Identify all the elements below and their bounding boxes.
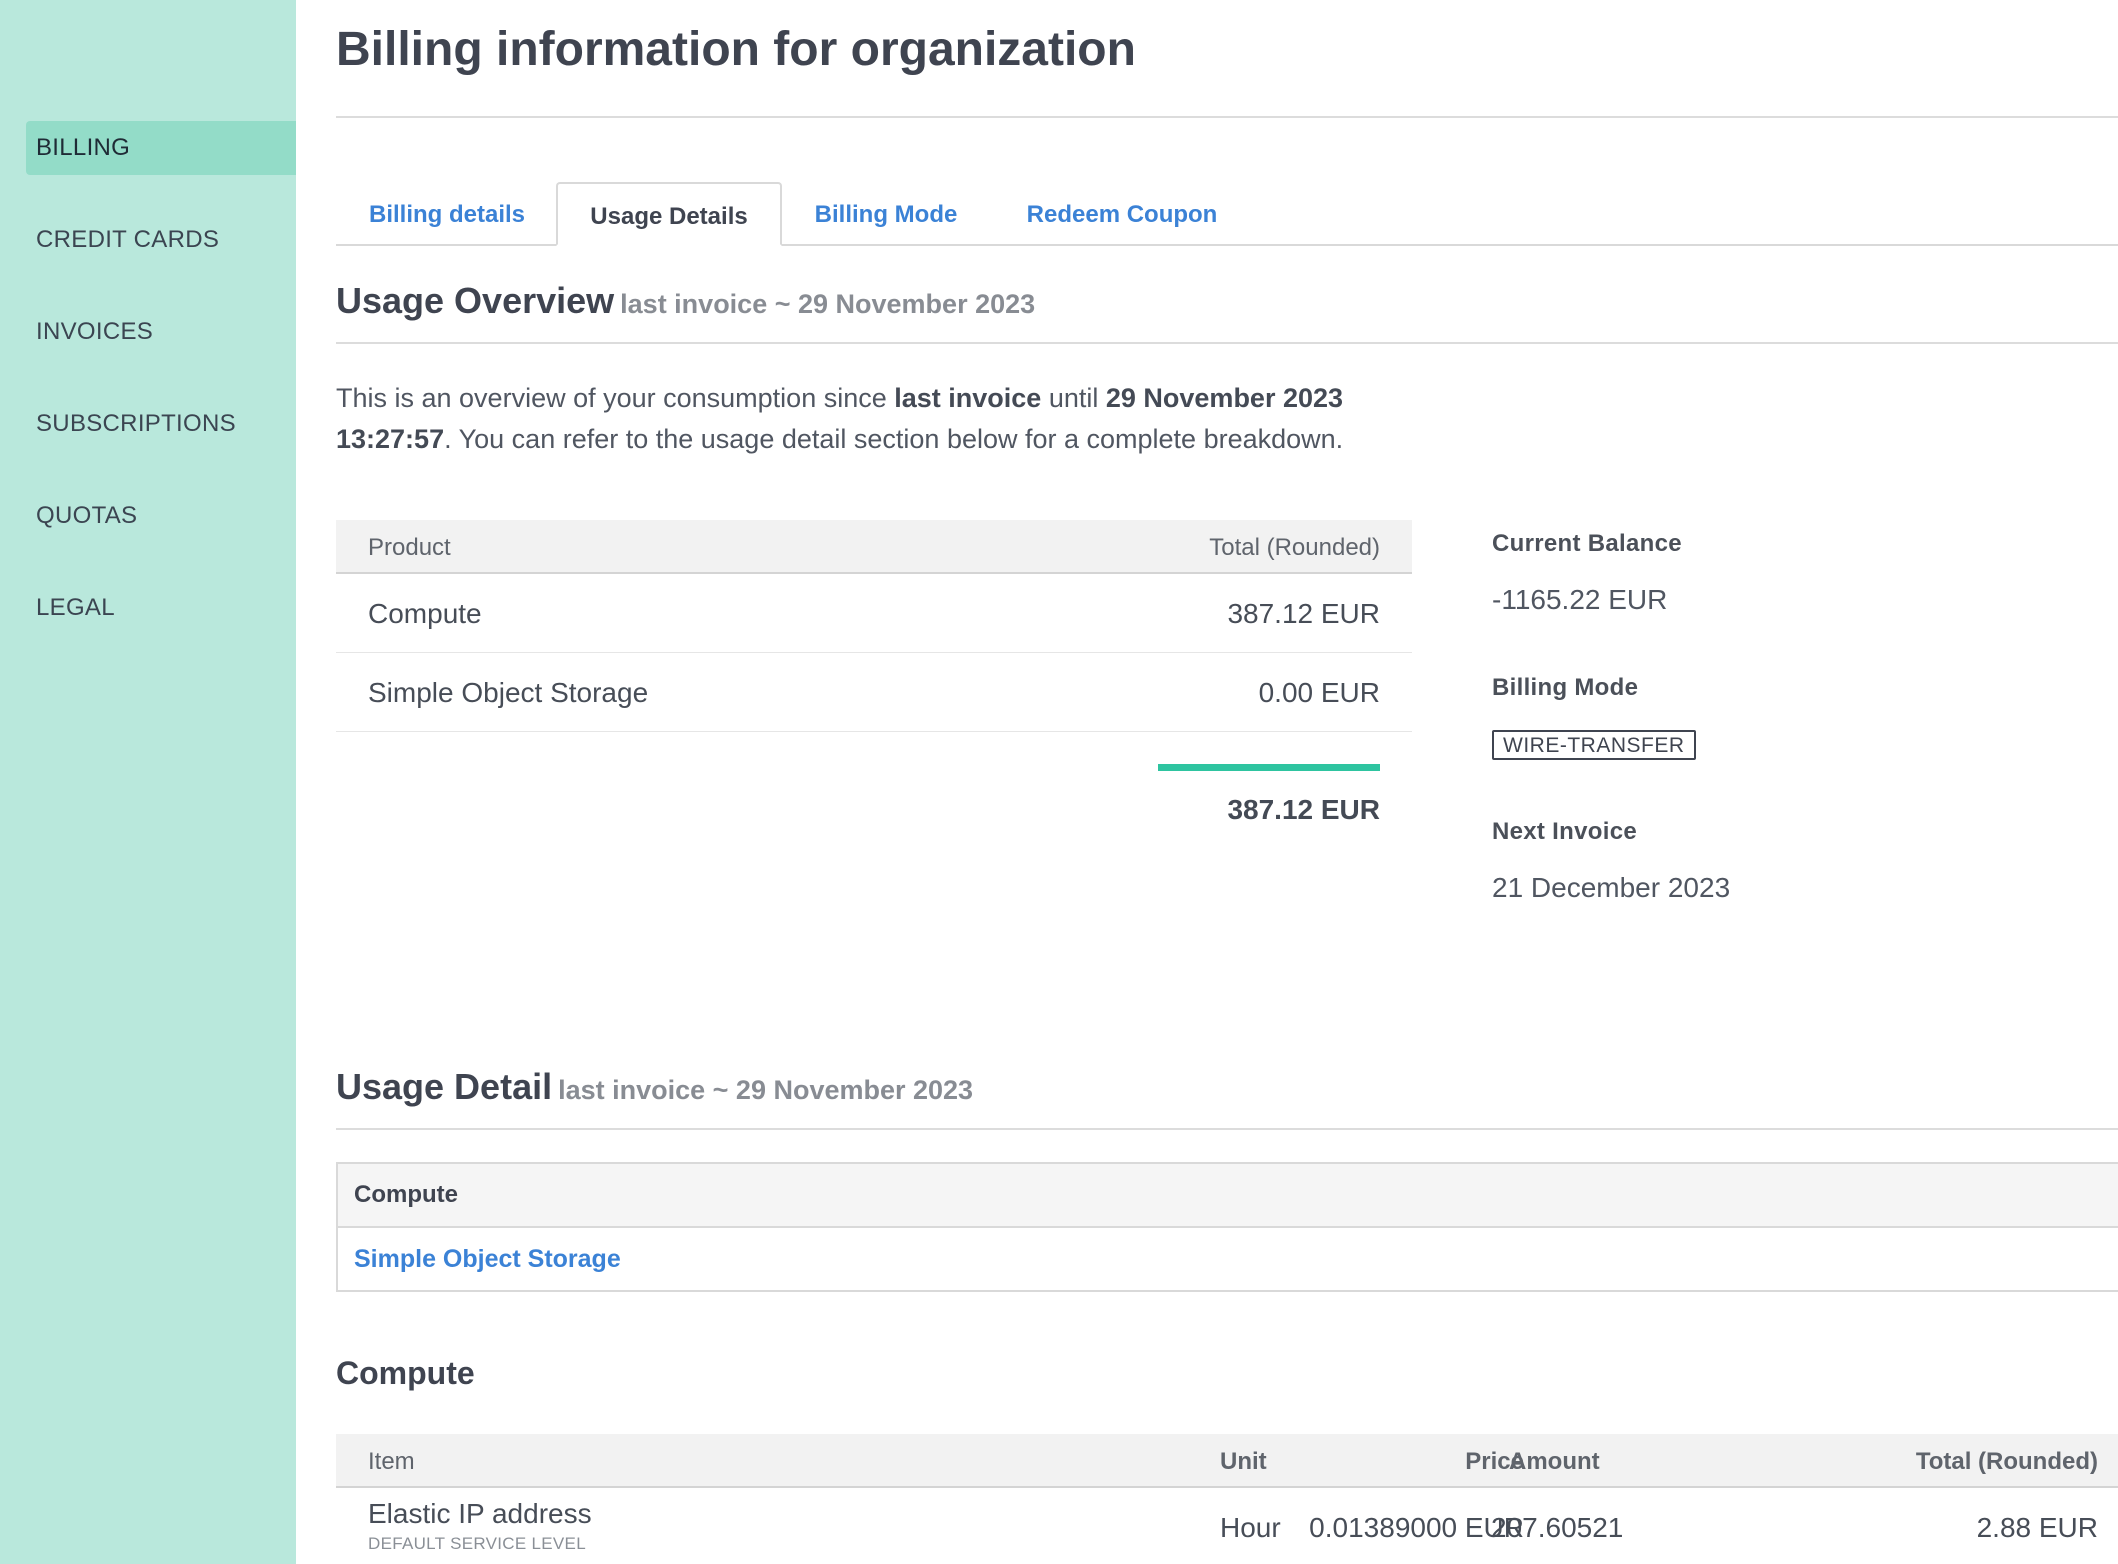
sidebar-item-invoices[interactable]: INVOICES bbox=[26, 305, 296, 359]
sidebar-item-credit-cards[interactable]: CREDIT CARDS bbox=[26, 213, 296, 267]
overview-table: Product Total (Rounded) Compute 387.12 E… bbox=[336, 520, 1412, 825]
item-unit: Hour bbox=[1220, 1512, 1281, 1543]
usage-detail-title: Usage Detail last invoice ~ 29 November 2… bbox=[336, 1066, 973, 1108]
col-product: Product bbox=[368, 534, 451, 561]
billing-mode-label: Billing Mode bbox=[1492, 674, 1639, 701]
col-amount: Amount bbox=[1509, 1448, 1600, 1475]
tab-billing-mode[interactable]: Billing Mode bbox=[782, 182, 990, 246]
overview-description: This is an overview of your consumption … bbox=[336, 378, 1416, 460]
overview-text-2: until bbox=[1041, 383, 1106, 413]
table-row: Elastic IP address DEFAULT SERVICE LEVEL… bbox=[336, 1488, 2118, 1564]
detail-divider bbox=[336, 1128, 2118, 1130]
item-total: 2.88 EUR bbox=[1976, 1512, 2098, 1543]
item-service-level: DEFAULT SERVICE LEVEL bbox=[368, 1534, 586, 1553]
col-item: Item bbox=[368, 1448, 415, 1475]
tab-redeem-coupon[interactable]: Redeem Coupon bbox=[990, 182, 1254, 246]
next-invoice-value: 21 December 2023 bbox=[1492, 872, 1731, 903]
billing-mode-badge: WIRE-TRANSFER bbox=[1492, 730, 1696, 760]
title-divider bbox=[336, 116, 2118, 118]
sidebar-item-billing[interactable]: BILLING bbox=[26, 121, 296, 175]
usage-overview-subtitle: last invoice ~ 29 November 2023 bbox=[620, 289, 1036, 319]
compute-section-title: Compute bbox=[336, 1355, 475, 1391]
table-row: Compute 387.12 EUR bbox=[336, 574, 1412, 653]
usage-detail-nav: Compute Simple Object Storage bbox=[336, 1162, 2118, 1292]
usage-detail-subtitle: last invoice ~ 29 November 2023 bbox=[558, 1075, 974, 1105]
usage-detail-heading: Usage Detail bbox=[336, 1066, 553, 1107]
row-total: 387.12 EUR bbox=[1227, 598, 1380, 629]
sidebar-item-subscriptions[interactable]: SUBSCRIPTIONS bbox=[26, 397, 296, 451]
current-balance-label: Current Balance bbox=[1492, 530, 1682, 557]
row-product: Simple Object Storage bbox=[368, 677, 649, 708]
current-balance-value: -1165.22 EUR bbox=[1492, 584, 1668, 615]
col-total-rounded: Total (Rounded) bbox=[1915, 1448, 2098, 1475]
tab-usage-details[interactable]: Usage Details bbox=[556, 182, 782, 246]
overview-table-header: Product Total (Rounded) bbox=[336, 520, 1412, 574]
item-name: Elastic IP address bbox=[368, 1498, 592, 1529]
main-content: Billing information for organization Bil… bbox=[336, 0, 2118, 1564]
overview-divider bbox=[336, 342, 2118, 344]
usage-overview-heading: Usage Overview bbox=[336, 280, 615, 321]
tab-billing-details[interactable]: Billing details bbox=[336, 182, 558, 246]
compute-table: Item Price Unit Amount Total (Rounded) E… bbox=[336, 1434, 2118, 1564]
grand-total: 387.12 EUR bbox=[1227, 794, 1380, 825]
detail-nav-simple-object-storage[interactable]: Simple Object Storage bbox=[338, 1228, 2118, 1290]
row-product: Compute bbox=[368, 598, 482, 629]
col-total: Total (Rounded) bbox=[1209, 534, 1380, 561]
overview-text-3: . You can refer to the usage detail sect… bbox=[444, 424, 1344, 454]
next-invoice-label: Next Invoice bbox=[1492, 818, 1637, 845]
usage-overview-title: Usage Overview last invoice ~ 29 November… bbox=[336, 280, 1035, 322]
col-unit: Unit bbox=[1220, 1448, 1267, 1475]
detail-nav-compute[interactable]: Compute bbox=[338, 1164, 2118, 1228]
table-row: Simple Object Storage 0.00 EUR bbox=[336, 653, 1412, 732]
tab-bar: Billing details Usage Details Billing Mo… bbox=[336, 182, 2118, 246]
sidebar: BILLING CREDIT CARDS INVOICES SUBSCRIPTI… bbox=[0, 0, 296, 1564]
overview-text-1: This is an overview of your consumption … bbox=[336, 383, 895, 413]
sidebar-item-quotas[interactable]: QUOTAS bbox=[26, 489, 296, 543]
total-accent-bar bbox=[1158, 764, 1380, 771]
item-amount: 207.60521 bbox=[1491, 1512, 1624, 1543]
overview-text-bold-1: last invoice bbox=[894, 383, 1042, 413]
compute-table-header: Item Price Unit Amount Total (Rounded) bbox=[336, 1434, 2118, 1488]
row-total: 0.00 EUR bbox=[1258, 677, 1380, 708]
page-title: Billing information for organization bbox=[336, 23, 1136, 76]
sidebar-item-legal[interactable]: LEGAL bbox=[26, 581, 296, 635]
